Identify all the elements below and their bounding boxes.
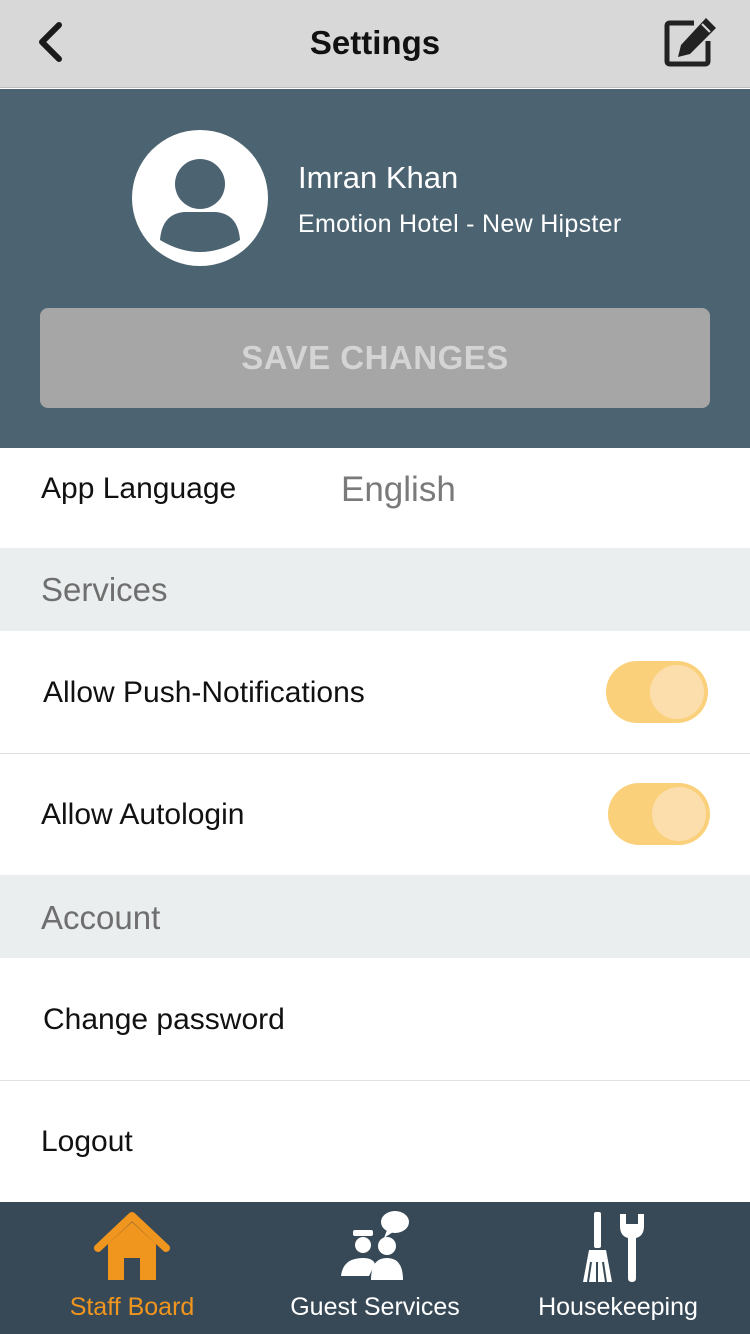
profile-header: Imran Khan Emotion Hotel - New Hipster S… — [0, 89, 750, 448]
services-section-header: Services — [0, 548, 750, 631]
push-notifications-label: Allow Push-Notifications — [43, 676, 365, 709]
page-title: Settings — [309, 24, 441, 61]
tab-staff-board[interactable]: Staff Board — [10, 1202, 254, 1334]
tab-bar: Staff Board Guest Services Housekeeping — [0, 1202, 750, 1334]
housekeeping-icon — [580, 1210, 656, 1289]
tab-guest-services[interactable]: Guest Services — [254, 1202, 496, 1334]
tab-label: Guest Services — [290, 1293, 460, 1321]
push-notifications-row: Allow Push-Notifications — [0, 631, 750, 753]
change-password-row[interactable]: Change password — [0, 958, 750, 1080]
tab-label: Housekeeping — [538, 1293, 698, 1321]
edit-button[interactable] — [658, 14, 724, 74]
services-section-title: Services — [41, 571, 168, 608]
account-section-header: Account — [0, 875, 750, 958]
nav-bar: Settings — [0, 0, 750, 88]
user-avatar-icon — [132, 159, 268, 266]
logout-label: Logout — [41, 1125, 133, 1158]
autologin-label: Allow Autologin — [41, 798, 245, 831]
save-changes-button[interactable]: SAVE CHANGES — [40, 308, 710, 408]
avatar — [132, 130, 268, 266]
guest-services-icon — [337, 1210, 413, 1289]
app-language-row[interactable]: App Language English — [0, 448, 750, 548]
edit-icon — [662, 15, 720, 74]
user-hotel: Emotion Hotel - New Hipster — [298, 210, 622, 238]
push-notifications-toggle[interactable] — [606, 661, 708, 723]
autologin-toggle[interactable] — [608, 783, 710, 845]
account-section-title: Account — [41, 899, 161, 936]
tab-housekeeping[interactable]: Housekeeping — [496, 1202, 740, 1334]
app-language-value[interactable]: English — [341, 470, 456, 510]
change-password-label: Change password — [43, 1003, 285, 1036]
tab-label: Staff Board — [69, 1293, 195, 1321]
toggle-knob — [650, 665, 704, 719]
home-icon — [94, 1210, 170, 1289]
app-language-label: App Language — [41, 472, 237, 505]
toggle-knob — [652, 787, 706, 841]
logout-row[interactable]: Logout — [0, 1081, 750, 1202]
user-name: Imran Khan — [298, 160, 459, 195]
autologin-row: Allow Autologin — [0, 754, 750, 875]
